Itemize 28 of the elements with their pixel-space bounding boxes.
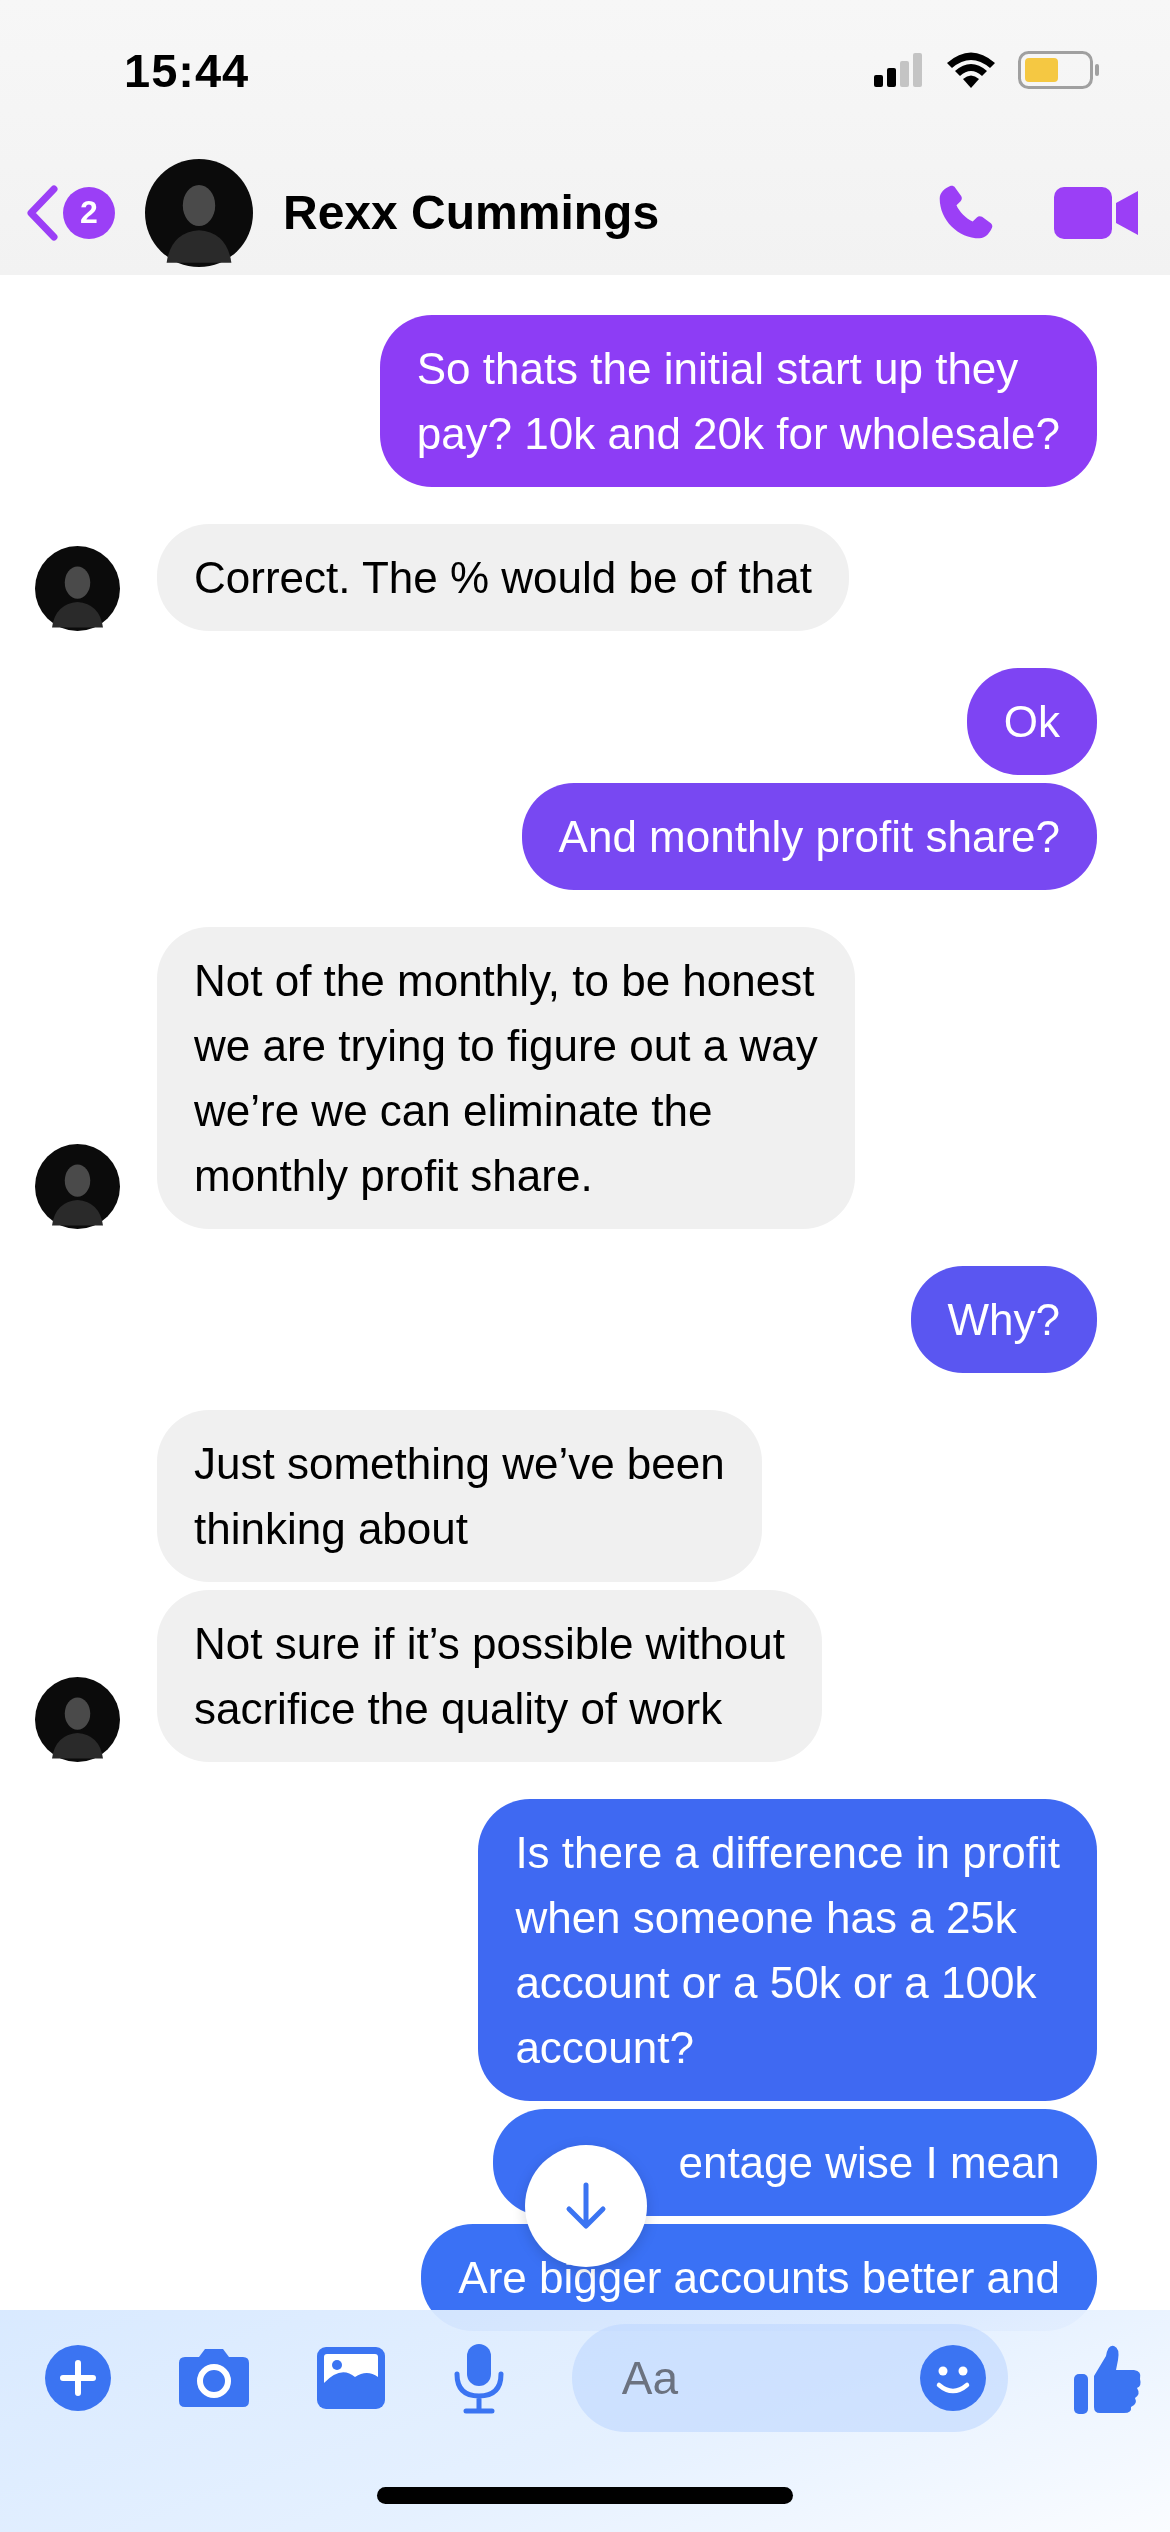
- sent-message: Ok: [966, 668, 1097, 775]
- battery-icon: [1018, 51, 1100, 89]
- wifi-icon: [946, 52, 996, 88]
- plus-icon: [45, 2344, 111, 2411]
- message-input[interactable]: Aa: [619, 2349, 824, 2406]
- signal-icon: [874, 53, 924, 87]
- sent-message: Is there a difference in profit when someone has a 25k account or a 50k or a 100k account?: [478, 1799, 1097, 2101]
- add-button[interactable]: [45, 2344, 111, 2411]
- chevron-left-icon: [25, 184, 59, 241]
- smiley-icon[interactable]: [919, 2344, 986, 2411]
- video-call-button[interactable]: [1054, 184, 1140, 241]
- received-message: Not sure if it’s possible without sacrifice the quality of work: [157, 1590, 822, 1762]
- image-icon: [317, 2346, 386, 2409]
- received-message: Just something we’ve been thinking about: [157, 1410, 762, 1582]
- gallery-button[interactable]: [317, 2346, 386, 2409]
- received-message: Not of the monthly, to be honest we are trying to figure out a way we’re we can eliminate the monthly profit share.: [157, 927, 855, 1229]
- status-time: 15:44: [124, 42, 250, 98]
- sent-message: And monthly profit share?: [521, 783, 1097, 890]
- video-camera-icon: [1054, 184, 1140, 241]
- back-button[interactable]: 2: [25, 184, 115, 241]
- sent-message: Why?: [910, 1266, 1097, 1373]
- unread-badge: 2: [63, 186, 115, 239]
- camera-icon: [177, 2346, 252, 2409]
- contact-name: Rexx Cummings: [283, 185, 661, 240]
- camera-button[interactable]: [177, 2346, 252, 2409]
- received-message: Correct. The % would be of that: [157, 524, 849, 631]
- message-field[interactable]: Aa: [571, 2323, 1008, 2432]
- sent-message: So thats the initial start up they pay? 10k and 20k for wholesale?: [379, 315, 1097, 487]
